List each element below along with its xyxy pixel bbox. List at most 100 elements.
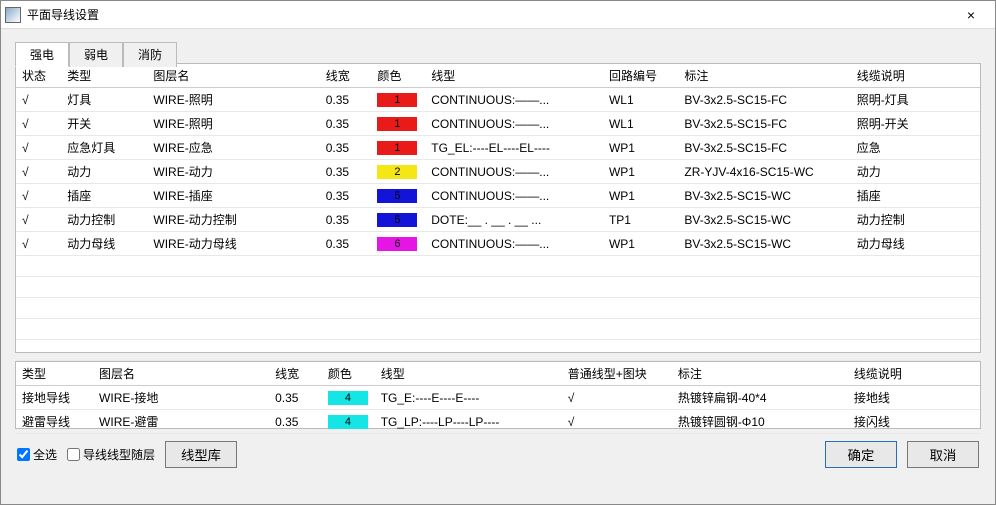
column-header[interactable]: 线型 [425,64,603,88]
color-cell[interactable]: 1 [371,136,425,160]
status-cell[interactable]: √ [16,232,61,256]
type-cell: 动力 [61,160,147,184]
status-cell[interactable]: √ [16,208,61,232]
table-row[interactable]: 避雷导线WIRE-避雷0.354TG_LP:----LP----LP----√热… [16,410,980,434]
color-cell[interactable]: 1 [371,112,425,136]
column-header[interactable]: 线型 [375,362,562,386]
status-cell[interactable]: √ [16,160,61,184]
block-cell[interactable]: √ [562,410,672,434]
tab-弱电[interactable]: 弱电 [69,42,123,67]
linetype-cell: TG_LP:----LP----LP---- [375,410,562,434]
note-cell: BV-3x2.5-SC15-WC [678,208,850,232]
column-header[interactable]: 状态 [16,64,61,88]
width-cell: 0.35 [320,136,372,160]
select-all-checkbox[interactable]: 全选 [17,446,57,463]
titlebar: 平面导线设置 × [1,1,995,29]
desc-cell: 动力控制 [851,208,980,232]
line-library-button[interactable]: 线型库 [165,441,237,468]
column-header[interactable]: 颜色 [371,64,425,88]
table-header-row: 状态类型图层名线宽颜色线型回路编号标注线缆说明 [16,64,980,88]
column-header[interactable]: 线缆说明 [848,362,980,386]
column-header[interactable]: 回路编号 [603,64,678,88]
ok-button[interactable]: 确定 [825,441,897,468]
layer-cell: WIRE-照明 [147,112,319,136]
tab-消防[interactable]: 消防 [123,42,177,67]
footer-bar: 全选 导线线型随层 线型库 确定 取消 [15,437,981,472]
tab-强电[interactable]: 强电 [15,42,69,67]
table-row[interactable]: √插座WIRE-插座0.355CONTINUOUS:——...WP1BV-3x2… [16,184,980,208]
table-row[interactable]: √灯具WIRE-照明0.351CONTINUOUS:——...WL1BV-3x2… [16,88,980,112]
width-cell: 0.35 [320,232,372,256]
column-header[interactable]: 线宽 [269,362,322,386]
color-cell[interactable]: 1 [371,88,425,112]
column-header[interactable]: 类型 [61,64,147,88]
color-cell[interactable]: 4 [322,386,375,410]
layer-cell: WIRE-动力母线 [147,232,319,256]
table-header-row: 类型图层名线宽颜色线型普通线型+图块标注线缆说明 [16,362,980,386]
desc-cell: 插座 [851,184,980,208]
select-all-input[interactable] [17,448,30,461]
column-header[interactable]: 普通线型+图块 [562,362,672,386]
column-header[interactable]: 图层名 [147,64,319,88]
column-header[interactable]: 线缆说明 [851,64,980,88]
desc-cell: 照明-灯具 [851,88,980,112]
column-header[interactable]: 标注 [678,64,850,88]
wire-table[interactable]: 状态类型图层名线宽颜色线型回路编号标注线缆说明 √灯具WIRE-照明0.351C… [16,64,980,361]
status-cell[interactable]: √ [16,88,61,112]
note-cell: 热镀锌圆钢-Φ10 [672,410,848,434]
layer-cell: WIRE-动力 [147,160,319,184]
width-cell: 0.35 [320,208,372,232]
note-cell: BV-3x2.5-SC15-WC [678,184,850,208]
ground-table[interactable]: 类型图层名线宽颜色线型普通线型+图块标注线缆说明 接地导线WIRE-接地0.35… [16,362,980,434]
window-title: 平面导线设置 [27,6,951,23]
close-button[interactable]: × [951,7,991,23]
column-header[interactable]: 图层名 [93,362,269,386]
width-cell: 0.35 [320,112,372,136]
width-cell: 0.35 [320,184,372,208]
color-cell[interactable]: 5 [371,184,425,208]
cancel-button[interactable]: 取消 [907,441,979,468]
note-cell: BV-3x2.5-SC15-FC [678,88,850,112]
column-header[interactable]: 标注 [672,362,848,386]
desc-cell: 接地线 [848,386,980,410]
linetype-cell: DOTE:__ . __ . __ ... [425,208,603,232]
desc-cell: 动力母线 [851,232,980,256]
follow-layer-input[interactable] [67,448,80,461]
color-cell[interactable]: 5 [371,208,425,232]
linetype-cell: TG_E:----E----E---- [375,386,562,410]
column-header[interactable]: 线宽 [320,64,372,88]
note-cell: 热镀锌扁钢-40*4 [672,386,848,410]
width-cell: 0.35 [320,88,372,112]
follow-layer-label: 导线线型随层 [83,446,155,463]
color-cell[interactable]: 6 [371,232,425,256]
column-header[interactable]: 类型 [16,362,93,386]
layer-cell: WIRE-避雷 [93,410,269,434]
loop-cell: WP1 [603,184,678,208]
table-row[interactable]: √ 动力母线 WIRE-动力母线0.356CONTINUOUS:——...WP1BV… [16,232,980,256]
loop-cell: TP1 [603,208,678,232]
layer-cell: WIRE-照明 [147,88,319,112]
status-cell[interactable]: √ [16,136,61,160]
table-row[interactable]: 接地导线WIRE-接地0.354TG_E:----E----E----√热镀锌扁… [16,386,980,410]
type-cell: 避雷导线 [16,410,93,434]
column-header[interactable]: 颜色 [322,362,375,386]
status-cell[interactable]: √ [16,184,61,208]
ground-panel: 类型图层名线宽颜色线型普通线型+图块标注线缆说明 接地导线WIRE-接地0.35… [15,361,981,429]
table-row[interactable]: √动力控制WIRE-动力控制0.355DOTE:__ . __ . __ ...… [16,208,980,232]
follow-layer-checkbox[interactable]: 导线线型随层 [67,446,155,463]
note-cell: BV-3x2.5-SC15-FC [678,136,850,160]
note-cell: BV-3x2.5-SC15-WC [678,232,850,256]
width-cell: 0.35 [269,410,322,434]
desc-cell: 动力 [851,160,980,184]
tab-strip: 强电弱电消防 [15,42,177,67]
table-row[interactable]: √动力WIRE-动力0.352CONTINUOUS:——...WP1ZR-YJV… [16,160,980,184]
color-cell[interactable]: 4 [322,410,375,434]
linetype-cell: CONTINUOUS:——... [425,232,603,256]
color-cell[interactable]: 2 [371,160,425,184]
table-row[interactable]: √应急灯具WIRE-应急0.351TG_EL:----EL----EL----W… [16,136,980,160]
linetype-cell: TG_EL:----EL----EL---- [425,136,603,160]
block-cell[interactable]: √ [562,386,672,410]
loop-cell: WP1 [603,232,678,256]
table-row[interactable]: √开关WIRE-照明0.351CONTINUOUS:——...WL1BV-3x2… [16,112,980,136]
status-cell[interactable]: √ [16,112,61,136]
